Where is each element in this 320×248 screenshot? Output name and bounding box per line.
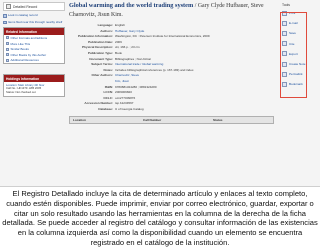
catalog-record-link[interactable]: Look in catalog record bbox=[3, 13, 65, 18]
record-title-block: Global warming and the world trading sys… bbox=[69, 2, 274, 19]
ebsco-detailed-record-screen: Detailed Record Look in catalog record I… bbox=[0, 0, 320, 187]
record-field-label: Database: bbox=[98, 106, 113, 111]
link-icon bbox=[3, 14, 7, 18]
location-table: Location Call Number Status bbox=[69, 115, 274, 124]
holdings-box: Holdings Information Location: Main Libr… bbox=[3, 74, 65, 98]
detailed-record-label: Detailed Record bbox=[13, 4, 38, 9]
bullet-icon bbox=[6, 53, 9, 57]
related-item-label: Other Formats and Editions bbox=[10, 35, 48, 40]
holdings-body: Location: Main Library 4th floor Call No… bbox=[4, 82, 64, 96]
tools-column: Tools Print E-mail Save Cite Export Crea… bbox=[280, 2, 318, 98]
left-column: Detailed Record Look in catalog record I… bbox=[3, 2, 65, 98]
record-fields: Language: English Authors: Hufbauer, Gary C… bbox=[69, 23, 274, 113]
related-info-box: Related Information Other Formats and Ed… bbox=[3, 27, 65, 65]
tools-highlight-box bbox=[280, 12, 307, 98]
shelf-browse-label: Items filed near this through nearby she… bbox=[8, 19, 63, 24]
location-col-header: Location bbox=[73, 117, 86, 122]
bullet-icon bbox=[6, 58, 9, 62]
detailed-record-tab[interactable]: Detailed Record bbox=[3, 2, 65, 11]
record-title: Global warming and the world trading sys… bbox=[69, 2, 194, 9]
catalog-record-label: Look in catalog record bbox=[8, 13, 38, 17]
bullet-icon bbox=[6, 36, 9, 40]
shelf-icon bbox=[3, 20, 7, 25]
related-item-label: More Like This bbox=[10, 41, 31, 46]
bullet-icon bbox=[6, 47, 9, 51]
related-info-heading: Related Information bbox=[4, 28, 64, 36]
holdings-heading: Holdings Information bbox=[4, 75, 64, 83]
tools-panel: Print E-mail Save Cite Export Create Not… bbox=[280, 8, 318, 98]
call-number-col-header: Call Number bbox=[143, 117, 162, 122]
status-col-header: Status bbox=[213, 117, 223, 122]
record-field-value: U of Georgia Catalog bbox=[115, 106, 144, 111]
related-item-label: Additional Resources bbox=[10, 58, 39, 63]
shelf-browse-link[interactable]: Items filed near this through nearby she… bbox=[3, 19, 65, 25]
record-detail: Global warming and the world trading sys… bbox=[69, 2, 274, 124]
caption-text: El Registro Detallado incluye la cita de… bbox=[2, 189, 318, 247]
record-field-row: Database: U of Georgia Catalog bbox=[69, 107, 274, 113]
location-table-header: Location Call Number Status bbox=[70, 116, 273, 123]
related-item-label: Other Books by this Author bbox=[10, 52, 47, 57]
related-item-label: Similar Books bbox=[10, 47, 29, 52]
related-item[interactable]: Additional Resources bbox=[4, 58, 64, 64]
holdings-line: Status: Not checked out bbox=[6, 89, 36, 94]
bullet-icon bbox=[6, 42, 9, 46]
record-icon bbox=[6, 4, 11, 9]
